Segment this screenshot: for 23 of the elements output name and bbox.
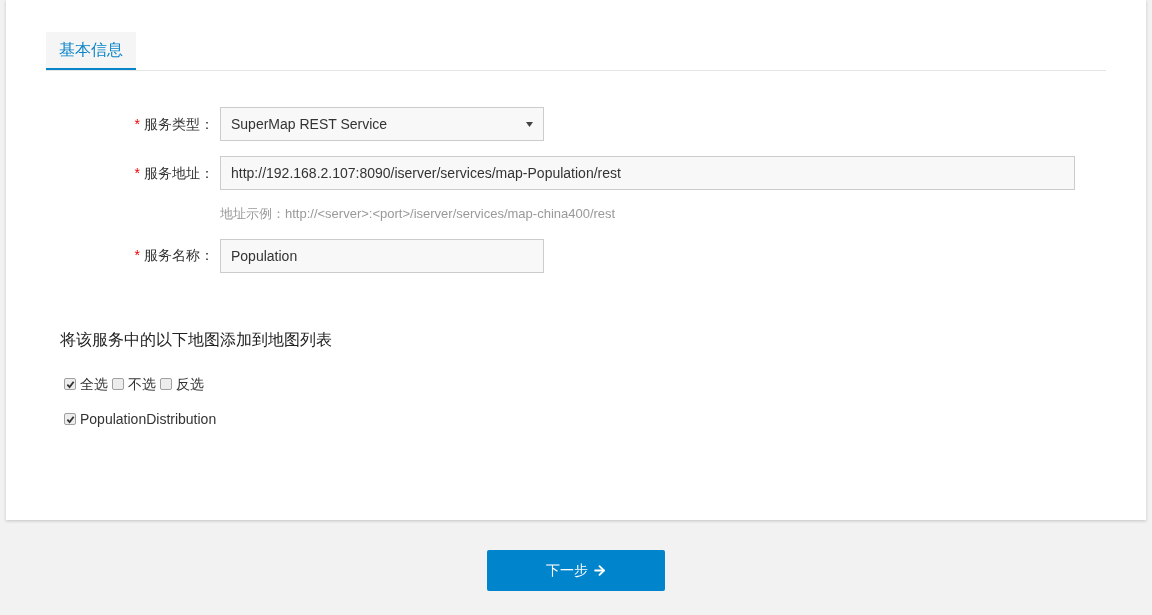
option-label: 不选	[128, 374, 156, 394]
map-name: PopulationDistribution	[80, 409, 217, 429]
required-mark: *	[134, 246, 140, 265]
arrow-right-icon	[591, 563, 607, 578]
tab[interactable]: 基本信息	[46, 32, 136, 70]
input-field[interactable]: Population	[220, 238, 544, 273]
option-label: 全选	[80, 374, 108, 394]
hint-text: 地址示例：http://<server>:<port>/iserver/services/map-china400/rest	[220, 205, 617, 223]
checkbox[interactable]	[112, 378, 124, 390]
required-mark: *	[134, 163, 140, 183]
next-button[interactable]: 下一步	[487, 550, 665, 591]
input-field[interactable]: http://192.168.2.107:8090/iserver/services/map-Population/rest	[220, 156, 1075, 190]
required-mark: *	[134, 114, 140, 134]
section-heading: 将该服务中的以下地图添加到地图列表	[60, 329, 333, 350]
field-label: 服务地址：	[144, 163, 214, 183]
checkbox[interactable]	[160, 378, 172, 390]
caret-icon	[526, 121, 533, 127]
checkbox[interactable]	[64, 378, 76, 390]
checkbox[interactable]	[64, 413, 76, 425]
option-label: 反选	[176, 374, 204, 394]
field-label: 服务类型：	[144, 114, 214, 134]
service-type-select[interactable]: SuperMap REST Service	[220, 107, 544, 141]
field-label: 服务名称：	[144, 246, 214, 265]
